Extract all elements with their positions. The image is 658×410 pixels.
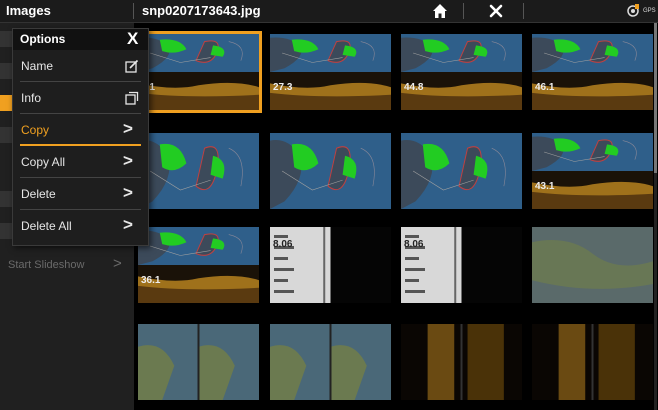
options-menu-title: Options xyxy=(20,32,66,46)
start-slideshow-label[interactable]: Start Slideshow xyxy=(8,259,84,271)
sidebar-item-stub[interactable] xyxy=(0,223,12,239)
image-thumbnail[interactable]: 44.8 xyxy=(401,34,522,110)
edit-icon xyxy=(125,59,139,73)
menu-item-delete-all[interactable]: Delete All > xyxy=(13,210,148,242)
thumbnail-image xyxy=(138,34,259,110)
thumbnail-image xyxy=(138,133,259,209)
sidebar-item-stub[interactable] xyxy=(0,63,12,79)
start-slideshow-arrow[interactable]: > xyxy=(113,255,122,272)
title-divider xyxy=(133,3,134,19)
image-thumbnail[interactable]: 3.1 xyxy=(135,31,262,113)
menu-item-label: Delete xyxy=(21,187,56,201)
image-filename: snp0207173643.jpg xyxy=(142,3,261,18)
depth-readout: 46.1 xyxy=(535,82,555,93)
depth-readout: 8.06 xyxy=(273,239,293,250)
sidebar-item-stub[interactable] xyxy=(0,191,12,207)
image-thumbnail[interactable]: 43.1 xyxy=(532,133,653,209)
thumbnail-image xyxy=(532,34,653,110)
app-title: Images xyxy=(6,3,51,18)
menu-item-label: Info xyxy=(21,91,42,105)
thumbnail-image xyxy=(270,34,391,110)
image-thumbnail[interactable] xyxy=(138,133,259,209)
menu-item-label: Copy xyxy=(21,123,50,137)
home-icon[interactable] xyxy=(432,3,448,19)
image-thumbnail[interactable] xyxy=(270,133,391,209)
scrollbar[interactable] xyxy=(654,23,657,410)
thumbnail-image xyxy=(270,133,391,209)
thumbnail-image xyxy=(270,324,391,400)
thumbnail-image xyxy=(401,324,522,400)
thumbnail-image xyxy=(532,133,653,209)
info-icon xyxy=(125,91,139,105)
image-thumbnail[interactable]: 27.3 xyxy=(270,34,391,110)
title-bar: Images snp0207173643.jpg GPS xyxy=(0,0,658,23)
sidebar-item-stub[interactable] xyxy=(0,31,12,47)
gps-status: GPS xyxy=(626,3,656,19)
thumbnail-image xyxy=(138,227,259,303)
menu-item-label: Name xyxy=(21,59,54,73)
image-thumbnail[interactable] xyxy=(138,324,259,400)
chevron-right-icon: > xyxy=(123,183,133,202)
depth-readout: 36.1 xyxy=(141,275,161,286)
image-thumbnail[interactable]: 8.06 xyxy=(270,227,391,303)
depth-readout: 8.06 xyxy=(404,239,424,250)
menu-item-delete[interactable]: Delete > xyxy=(13,178,148,210)
image-thumbnail[interactable] xyxy=(401,133,522,209)
depth-readout: 43.1 xyxy=(535,181,555,192)
gps-label: GPS xyxy=(643,8,656,14)
menu-item-label: Copy All xyxy=(21,155,66,169)
image-thumbnail[interactable]: 46.1 xyxy=(532,34,653,110)
image-thumbnail[interactable]: 8.06 xyxy=(401,227,522,303)
chevron-right-icon: > xyxy=(123,151,133,170)
sidebar-item-stub[interactable] xyxy=(0,95,12,111)
options-menu: Options X Name Info Copy > Copy All > De… xyxy=(12,28,149,246)
menu-item-name[interactable]: Name xyxy=(13,50,148,82)
image-grid: 3.1 27.3 44.8 46.1 43.1 36.1 8.06 8.06 xyxy=(135,23,658,410)
thumbnail-image xyxy=(532,227,653,303)
menu-item-info[interactable]: Info xyxy=(13,82,148,114)
sidebar-item-stub[interactable] xyxy=(0,127,12,143)
chevron-right-icon: > xyxy=(123,215,133,234)
chevron-right-icon: > xyxy=(123,119,133,138)
image-thumbnail[interactable]: 36.1 xyxy=(138,227,259,303)
title-divider xyxy=(463,3,464,19)
image-thumbnail[interactable] xyxy=(401,324,522,400)
menu-item-copy[interactable]: Copy > xyxy=(13,114,148,146)
menu-item-copy-all[interactable]: Copy All > xyxy=(13,146,148,178)
close-icon[interactable] xyxy=(489,4,503,18)
thumbnail-image xyxy=(401,133,522,209)
scrollbar-thumb[interactable] xyxy=(654,23,657,173)
image-thumbnail[interactable] xyxy=(270,324,391,400)
depth-readout: 27.3 xyxy=(273,82,293,93)
menu-item-label: Delete All xyxy=(21,219,72,233)
options-menu-header: Options X xyxy=(13,29,148,50)
title-divider xyxy=(523,3,524,19)
depth-readout: 44.8 xyxy=(404,82,424,93)
close-menu-button[interactable]: X xyxy=(127,29,138,49)
thumbnail-image xyxy=(532,324,653,400)
image-thumbnail[interactable] xyxy=(532,227,653,303)
thumbnail-image xyxy=(138,324,259,400)
gps-icon xyxy=(627,4,639,17)
thumbnail-image xyxy=(401,34,522,110)
image-thumbnail[interactable] xyxy=(532,324,653,400)
